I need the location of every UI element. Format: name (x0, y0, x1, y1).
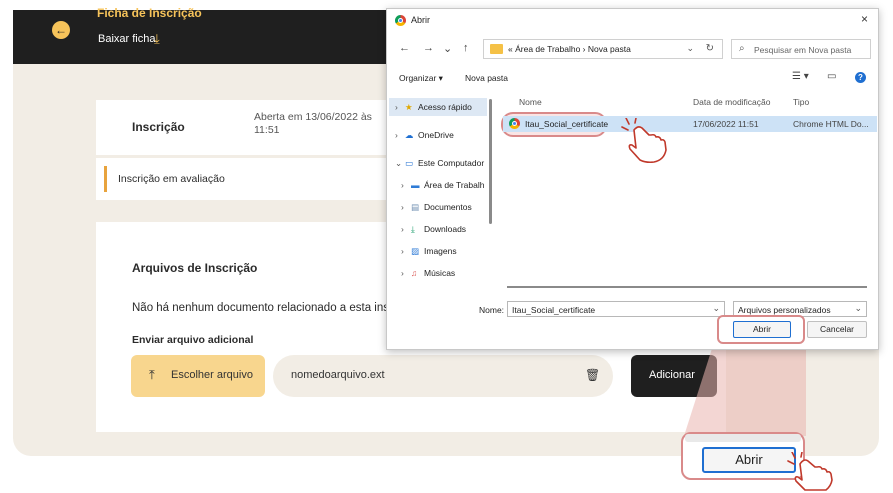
nav-item-label: Músicas (424, 268, 456, 278)
horizontal-scrollbar[interactable] (507, 286, 867, 288)
dialog-title: Abrir (411, 15, 431, 25)
chevron-right-icon: › (401, 202, 404, 212)
nav-item-label: Downloads (424, 224, 467, 234)
search-input[interactable]: ⌕ Pesquisar em Nova pasta (731, 39, 871, 59)
nav-item-label: Imagens (424, 246, 457, 256)
chevron-right-icon: › (401, 268, 404, 278)
address-bar[interactable]: « Área de Trabalho › Nova pasta ⌄ ↻ (483, 39, 723, 59)
file-type-filter-value: Arquivos personalizados (738, 305, 831, 315)
nav-item-label: OneDrive (418, 130, 454, 140)
music-icon: ♫ (411, 268, 418, 278)
column-name[interactable]: Nome (519, 97, 542, 107)
computer-icon: ▭ (405, 158, 414, 168)
nav-item-label: Documentos (424, 202, 472, 212)
up-folder-icon[interactable]: ↑ (463, 42, 469, 54)
star-icon: ★ (405, 102, 413, 112)
desktop-icon: ▬ (411, 180, 420, 190)
nav-item-images[interactable]: › ▨ Imagens (401, 246, 457, 257)
dialog-toolbar: Organizar ▾ Nova pasta ☰ ▾ ▭ ? (387, 69, 878, 89)
file-list-header: Nome Data de modificação Tipo (507, 97, 877, 111)
address-path: « Área de Trabalho › Nova pasta (508, 44, 631, 54)
chevron-down-icon[interactable]: ⌄ (686, 43, 694, 54)
chevron-down-icon: ⌄ (854, 303, 862, 313)
forward-icon[interactable]: → (423, 42, 434, 54)
open-button[interactable]: Abrir (733, 321, 791, 338)
chrome-html-file-icon (509, 118, 520, 129)
column-date[interactable]: Data de modificação (693, 97, 771, 107)
zoom-callout-strip (685, 434, 801, 442)
nav-item-label: Este Computador (418, 158, 485, 168)
chevron-right-icon: › (401, 224, 404, 234)
hand-pointer-icon (787, 452, 833, 491)
dialog-navigation-row: ← → ⌄ ↑ « Área de Trabalho › Nova pasta … (387, 37, 878, 61)
search-placeholder: Pesquisar em Nova pasta (754, 45, 852, 55)
download-icon: ⤓ (411, 224, 415, 234)
cloud-icon: ☁ (405, 130, 414, 140)
nav-item-music[interactable]: › ♫ Músicas (401, 268, 455, 278)
file-name-label: Nome: (479, 305, 505, 315)
nav-item-quick-access[interactable]: › ★ Acesso rápido (395, 102, 472, 113)
refresh-icon[interactable]: ↻ (706, 43, 714, 54)
nav-item-this-pc[interactable]: ⌄ ▭ Este Computador (395, 158, 484, 169)
screenshot-stage: Ficha de Inscrição ← Baixar ficha ⤓ Insc… (0, 0, 893, 493)
chevron-right-icon: › (395, 130, 398, 140)
search-icon: ⌕ (739, 43, 745, 54)
nav-item-label: Acesso rápido (418, 102, 472, 112)
file-type: Chrome HTML Do... (793, 119, 869, 129)
file-name: Itau_Social_certificate (525, 119, 609, 129)
nav-item-desktop[interactable]: › ▬ Área de Trabalh (401, 180, 484, 190)
organize-menu[interactable]: Organizar ▾ (399, 73, 443, 84)
file-name-row: Nome: Itau_Social_certificate ⌄ Arquivos… (387, 301, 878, 319)
folder-icon (490, 44, 503, 54)
zoomed-open-button[interactable]: Abrir (702, 447, 796, 473)
chevron-down-icon: ⌄ (395, 158, 403, 168)
file-name-value: Itau_Social_certificate (512, 305, 596, 315)
cancel-button[interactable]: Cancelar (807, 321, 867, 338)
column-type[interactable]: Tipo (793, 97, 809, 107)
chrome-icon (395, 15, 406, 26)
file-row[interactable]: Itau_Social_certificate 17/06/2022 11:51… (503, 116, 877, 132)
hand-pointer-icon (621, 118, 667, 164)
preview-pane-icon[interactable]: ▭ (827, 71, 836, 82)
new-folder-button[interactable]: Nova pasta (465, 73, 508, 83)
nav-item-onedrive[interactable]: › ☁ OneDrive (395, 130, 454, 141)
view-options-icon[interactable]: ☰ ▾ (792, 71, 809, 82)
nav-item-downloads[interactable]: › ⤓ Downloads (401, 224, 466, 235)
open-file-dialog: Abrir × ← → ⌄ ↑ « Área de Trabalho › Nov… (386, 8, 879, 350)
navigation-pane: › ★ Acesso rápido › ☁ OneDrive ⌄ ▭ Este Comput… (387, 94, 491, 304)
nav-item-label: Área de Trabalh (424, 180, 485, 190)
image-icon: ▨ (411, 246, 420, 256)
recent-locations-icon[interactable]: ⌄ (443, 42, 452, 55)
nav-scrollbar[interactable] (489, 99, 492, 224)
chevron-right-icon: › (401, 180, 404, 190)
file-name-input[interactable]: Itau_Social_certificate ⌄ (507, 301, 725, 317)
help-icon[interactable]: ? (855, 72, 866, 83)
chevron-right-icon: › (395, 102, 398, 112)
file-date: 17/06/2022 11:51 (693, 119, 759, 129)
document-icon: ▤ (411, 202, 420, 212)
close-icon[interactable]: × (861, 12, 868, 26)
back-icon[interactable]: ← (399, 42, 410, 54)
chevron-down-icon[interactable]: ⌄ (712, 303, 720, 314)
chevron-right-icon: › (401, 246, 404, 256)
nav-item-documents[interactable]: › ▤ Documentos (401, 202, 472, 213)
